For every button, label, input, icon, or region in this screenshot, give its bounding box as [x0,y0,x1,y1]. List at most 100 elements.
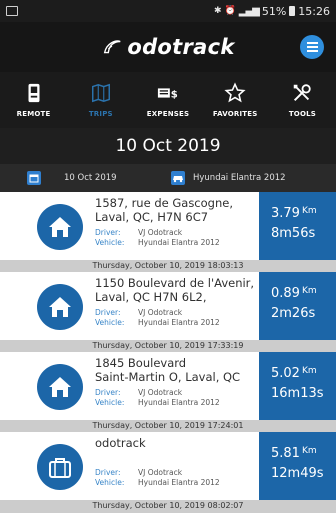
address-line1: 1587, rue de Gascogne, [95,196,233,210]
home-icon [49,377,71,397]
odotrack-swirl-icon [104,40,121,54]
tab-favorites[interactable]: FAVORITES [202,72,269,128]
distance-unit: Km [301,286,317,296]
tab-remote[interactable]: REMOTE [0,72,67,128]
trip-distance: 3.79 Km [271,206,317,221]
vehicle-label: Vehicle: [95,398,125,407]
app-header: odotrack [0,22,336,72]
home-icon [49,297,71,317]
trip-avatar [37,444,83,490]
driver-label: Driver: [95,228,121,237]
briefcase-icon [49,458,71,478]
distance-unit: Km [301,206,317,216]
trip-address: odotrack [95,436,259,450]
address-line1: odotrack [95,436,146,450]
menu-icon [306,42,318,44]
vehicle-filter[interactable]: Hyundai Elantra 2012 [193,171,286,185]
address-line2: Laval, QC, H7N 6C7 [95,210,209,224]
distance-unit: Km [301,446,317,456]
vehicle-label: Vehicle: [95,318,125,327]
trip-driver: Driver: VJ Odotrack [95,468,182,477]
tab-tools[interactable]: TOOLS [269,72,336,128]
driver-label: Driver: [95,468,121,477]
calendar-icon[interactable] [27,171,41,185]
tab-expenses-label: EXPENSES [146,110,190,118]
bluetooth-icon: ✱ [214,6,222,16]
trip-driver: Driver: VJ Odotrack [95,388,182,397]
tools-icon [294,84,312,102]
trip-duration: 12m49s [271,466,324,481]
trip-stats: 0.89 Km 2m26s [259,272,336,340]
app-logo: odotrack [101,35,234,59]
date-filter[interactable]: 10 Oct 2019 [64,171,117,185]
trip-timestamp: Thursday, October 10, 2019 18:03:13 [0,260,336,272]
driver-value: VJ Odotrack [138,388,183,397]
status-bar: ✱ ⏰ ▂▄▆ 51% 15:26 [0,0,336,22]
battery-icon [289,6,296,16]
page-title: 10 Oct 2019 [0,128,336,164]
svg-text:$: $ [171,90,178,101]
trip-address: 1150 Boulevard de l'Avenir, Laval, QC H7… [95,276,259,304]
tab-favorites-label: FAVORITES [212,110,258,118]
trip-vehicle: Vehicle: Hyundai Elantra 2012 [95,238,220,247]
filter-bar: 10 Oct 2019 Hyundai Elantra 2012 [0,164,336,192]
driver-label: Driver: [95,388,121,397]
trip-timestamp: Thursday, October 10, 2019 17:24:01 [0,420,336,432]
vehicle-value: Hyundai Elantra 2012 [138,478,220,487]
driver-value: VJ Odotrack [138,308,183,317]
trip-avatar [37,364,83,410]
trip-vehicle: Vehicle: Hyundai Elantra 2012 [95,398,220,407]
driver-value: VJ Odotrack [138,228,183,237]
tab-trips[interactable]: TRIPS [67,72,134,128]
distance-unit: Km [301,366,317,376]
vehicle-value: Hyundai Elantra 2012 [138,398,220,407]
trip-avatar [37,284,83,330]
battery-percent: 51% [261,4,287,18]
driver-label: Driver: [95,308,121,317]
trip-distance: 5.81 Km [271,446,317,461]
trip-distance: 5.02 Km [271,366,317,381]
tab-trips-label: TRIPS [88,110,113,118]
trip-card[interactable]: 1150 Boulevard de l'Avenir, Laval, QC H7… [0,272,336,340]
expenses-icon: $ [157,88,178,101]
trip-duration: 8m56s [271,226,316,241]
trip-address: 1845 Boulevard Saint-Martin O, Laval, QC [95,356,259,384]
address-line1: 1150 Boulevard de l'Avenir, [95,276,255,290]
trip-vehicle: Vehicle: Hyundai Elantra 2012 [95,478,220,487]
signal-icon: ▂▄▆ [238,5,260,17]
vehicle-label: Vehicle: [95,478,125,487]
trip-card[interactable]: 1845 Boulevard Saint-Martin O, Laval, QC… [0,352,336,420]
vehicle-value: Hyundai Elantra 2012 [138,318,220,327]
trip-stats: 5.81 Km 12m49s [259,432,336,500]
tab-tools-label: TOOLS [288,110,316,118]
logo-text: odotrack [127,35,235,59]
status-right: ✱ ⏰ ▂▄▆ 51% 15:26 [214,5,330,18]
trip-stats: 3.79 Km 8m56s [259,192,336,260]
gallery-icon [6,6,18,16]
trip-card[interactable]: 1587, rue de Gascogne, Laval, QC, H7N 6C… [0,192,336,260]
trip-driver: Driver: VJ Odotrack [95,308,182,317]
vehicle-value: Hyundai Elantra 2012 [138,238,220,247]
vehicle-label: Vehicle: [95,238,125,247]
alarm-icon: ⏰ [224,6,236,16]
address-line2: Saint-Martin O, Laval, QC [95,370,241,384]
menu-button[interactable] [300,35,324,59]
trip-driver: Driver: VJ Odotrack [95,228,182,237]
trip-vehicle: Vehicle: Hyundai Elantra 2012 [95,318,220,327]
star-icon [224,82,246,103]
clock: 15:26 [298,4,330,18]
address-line2: Laval, QC H7N 6L2, [95,290,207,304]
trip-card[interactable]: odotrack Driver: VJ Odotrack Vehicle: Hyun… [0,432,336,500]
tab-remote-label: REMOTE [16,110,51,118]
trip-avatar [37,204,83,250]
driver-value: VJ Odotrack [138,468,183,477]
tab-expenses[interactable]: $ EXPENSES [134,72,201,128]
trip-timestamp: Thursday, October 10, 2019 17:33:19 [0,340,336,352]
home-icon [49,217,71,237]
trip-distance: 0.89 Km [271,286,317,301]
trip-timestamp: Thursday, October 10, 2019 08:02:07 [0,500,336,513]
address-line1: 1845 Boulevard [95,356,187,370]
map-icon [91,83,110,103]
trip-duration: 16m13s [271,386,324,401]
car-icon[interactable] [171,171,185,185]
